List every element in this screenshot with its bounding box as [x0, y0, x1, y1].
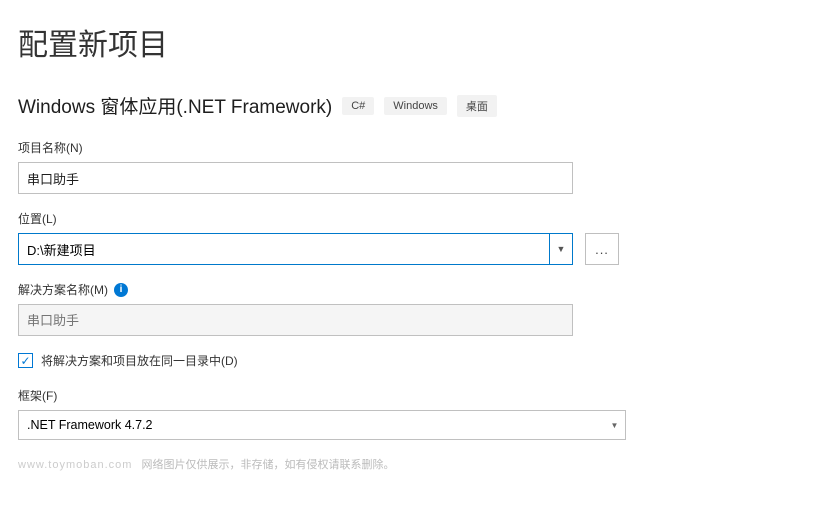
solution-name-label-row: 解决方案名称(M) i: [18, 281, 817, 298]
same-directory-label: 将解决方案和项目放在同一目录中(D): [41, 352, 238, 369]
watermark-text: 网络图片仅供展示，非存储，如有侵权请联系删除。: [142, 459, 395, 471]
same-directory-row: ✓ 将解决方案和项目放在同一目录中(D): [18, 352, 817, 369]
location-label: 位置(L): [18, 210, 817, 227]
framework-input[interactable]: [18, 410, 604, 440]
location-combo: ▼: [18, 233, 573, 265]
solution-name-label: 解决方案名称(M): [18, 281, 108, 298]
tag-platform: Windows: [384, 97, 447, 115]
location-input[interactable]: [18, 233, 549, 265]
watermark: www.toymoban.com 网络图片仅供展示，非存储，如有侵权请联系删除。: [18, 456, 817, 472]
chevron-down-icon: ▼: [557, 244, 566, 254]
tag-category: 桌面: [457, 95, 497, 117]
page-title: 配置新项目: [18, 20, 817, 64]
solution-name-input: [18, 304, 573, 336]
check-icon: ✓: [20, 355, 30, 367]
template-row: Windows 窗体应用(.NET Framework) C# Windows …: [18, 92, 817, 119]
location-group: 位置(L) ▼ ...: [18, 210, 817, 265]
framework-combo: ▼: [18, 410, 626, 440]
location-dropdown-button[interactable]: ▼: [549, 233, 573, 265]
framework-label: 框架(F): [18, 387, 817, 404]
info-icon[interactable]: i: [114, 283, 128, 297]
chevron-down-icon: ▼: [611, 421, 619, 430]
watermark-domain: www.toymoban.com: [18, 459, 132, 471]
same-directory-checkbox[interactable]: ✓: [18, 353, 33, 368]
project-name-group: 项目名称(N): [18, 139, 817, 194]
framework-group: 框架(F) ▼: [18, 387, 817, 440]
browse-button[interactable]: ...: [585, 233, 619, 265]
project-name-label: 项目名称(N): [18, 139, 817, 156]
template-name: Windows 窗体应用(.NET Framework): [18, 92, 332, 119]
tag-language: C#: [342, 97, 374, 115]
framework-dropdown-button[interactable]: ▼: [604, 410, 626, 440]
project-name-input[interactable]: [18, 162, 573, 194]
solution-name-group: 解决方案名称(M) i: [18, 281, 817, 336]
